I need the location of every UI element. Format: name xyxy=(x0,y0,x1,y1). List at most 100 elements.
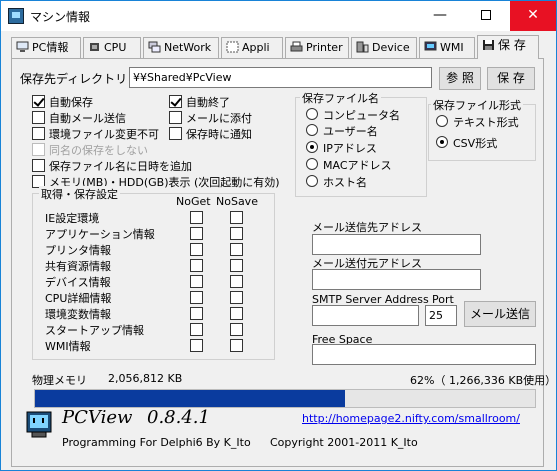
checkbox-label: 環境ファイル変更不可 xyxy=(49,128,159,141)
pcview-logo-icon xyxy=(26,411,52,438)
nosave-checkbox[interactable] xyxy=(230,323,243,336)
browse-button[interactable]: 参 照 xyxy=(439,67,481,90)
device-icon xyxy=(356,41,369,53)
title-bar[interactable]: マシン情報 — ✕ xyxy=(1,1,556,31)
nosave-checkbox[interactable] xyxy=(230,307,243,320)
nosave-checkbox[interactable] xyxy=(230,291,243,304)
printer-icon xyxy=(290,41,303,52)
close-button[interactable]: ✕ xyxy=(510,1,556,31)
radio-mac-address[interactable] xyxy=(306,158,318,170)
mail-to-input[interactable] xyxy=(312,234,481,255)
pc-icon xyxy=(16,41,29,52)
nosave-checkbox[interactable] xyxy=(230,243,243,256)
tab-network[interactable]: NetWork xyxy=(143,37,219,58)
radio-text-format[interactable] xyxy=(436,115,448,127)
send-mail-button[interactable]: メール送信 xyxy=(464,301,536,327)
auto-save-checkbox[interactable] xyxy=(32,95,45,108)
env-lock-checkbox[interactable] xyxy=(32,127,45,140)
group-title: 取得・保存設定 xyxy=(39,186,120,202)
nosave-checkbox[interactable] xyxy=(230,227,243,240)
save-notify-checkbox[interactable] xyxy=(169,127,182,140)
port-input[interactable]: 25 xyxy=(425,305,457,326)
radio-label: IPアドレス xyxy=(323,142,377,155)
tab-label: NetWork xyxy=(164,41,212,54)
tab-label: PC情報 xyxy=(32,41,69,54)
nosave-column-header: NoSave xyxy=(216,195,258,208)
save-button[interactable]: 保 存 xyxy=(487,67,535,90)
mail-from-input[interactable] xyxy=(312,269,481,290)
radio-user-name[interactable] xyxy=(306,124,318,136)
homepage-link[interactable]: http://homepage2.nifty.com/smallroom/ xyxy=(302,412,520,425)
noget-checkbox[interactable] xyxy=(190,339,203,352)
nosave-checkbox[interactable] xyxy=(230,259,243,272)
acquire-item-label: WMI情報 xyxy=(45,340,91,353)
tab-label: Appli xyxy=(242,41,270,54)
tab-pc-info[interactable]: PC情報 xyxy=(11,37,81,58)
auto-mail-checkbox[interactable] xyxy=(32,111,45,124)
radio-ip-address[interactable] xyxy=(306,141,318,153)
nosave-checkbox[interactable] xyxy=(230,211,243,224)
memory-usage-text: 62%（ 1,266,336 KB使用） xyxy=(410,374,557,387)
add-datetime-checkbox[interactable] xyxy=(32,159,45,172)
cpu-icon xyxy=(90,43,99,51)
floppy-disk-icon xyxy=(483,40,494,50)
radio-label: テキスト形式 xyxy=(453,116,519,129)
folder-path-input[interactable]: ¥¥Shared¥PcView xyxy=(129,67,432,88)
file-format-group: 保存ファイル形式 テキスト形式 CSV形式 xyxy=(428,97,536,161)
memory-label: 物理メモリ xyxy=(32,374,87,387)
radio-computer-name[interactable] xyxy=(306,108,318,120)
radio-label: ホスト名 xyxy=(323,176,367,189)
no-same-name-checkbox[interactable] xyxy=(32,143,45,156)
tab-printer[interactable]: Printer xyxy=(285,37,349,58)
save-settings-panel: 保存先ディレクトリ ¥¥Shared¥PcView 参 照 保 存 自動保存 自… xyxy=(11,58,556,467)
tab-label: Printer xyxy=(306,41,343,54)
noget-checkbox[interactable] xyxy=(190,291,203,304)
memory-usage-fill xyxy=(35,390,345,407)
auto-exit-checkbox[interactable] xyxy=(169,95,182,108)
radio-csv-format[interactable] xyxy=(436,136,448,148)
noget-checkbox[interactable] xyxy=(190,307,203,320)
noget-checkbox[interactable] xyxy=(190,243,203,256)
radio-label: MACアドレス xyxy=(323,159,392,172)
filename-group: 保存ファイル名 コンピュータ名 ユーザー名 IPアドレス MACアドレス ホスト… xyxy=(295,90,427,197)
nosave-checkbox[interactable] xyxy=(230,275,243,288)
folder-label: 保存先ディレクトリ xyxy=(20,72,128,86)
nosave-checkbox[interactable] xyxy=(230,339,243,352)
app-monitor-icon xyxy=(8,8,24,24)
free-space-input[interactable] xyxy=(312,344,536,365)
radio-host-name[interactable] xyxy=(306,175,318,187)
window-title: マシン情報 xyxy=(30,10,91,24)
acquire-item-label: 環境変数情報 xyxy=(45,308,111,321)
mail-attach-checkbox[interactable] xyxy=(169,111,182,124)
group-title: 保存ファイル名 xyxy=(300,90,381,106)
group-title: 保存ファイル形式 xyxy=(431,97,523,113)
acquire-item-label: プリンタ情報 xyxy=(45,244,111,257)
minimize-button[interactable]: — xyxy=(417,1,463,31)
checkbox-label: 保存ファイル名に日時を追加 xyxy=(49,160,192,173)
smtp-server-input[interactable] xyxy=(312,305,419,326)
tab-label: 保 存 xyxy=(498,38,526,52)
acquire-settings-group: 取得・保存設定 NoGet NoSave IE設定環境 アプリケーション情報 プリン… xyxy=(32,186,275,360)
tab-cpu[interactable]: CPU xyxy=(83,37,141,58)
network-icon xyxy=(148,41,161,53)
noget-checkbox[interactable] xyxy=(190,323,203,336)
tab-wmi[interactable]: WMI xyxy=(419,37,475,58)
noget-checkbox[interactable] xyxy=(190,275,203,288)
checkbox-label: メールに添付 xyxy=(186,112,252,125)
tab-save[interactable]: 保 存 xyxy=(477,35,539,59)
main-window: マシン情報 — ✕ PC情報 CPU NetWork Appli Printer… xyxy=(0,0,557,471)
checkbox-label: 同名の保存をしない xyxy=(49,144,148,157)
noget-column-header: NoGet xyxy=(176,195,211,208)
wmi-icon xyxy=(424,41,437,51)
noget-checkbox[interactable] xyxy=(190,227,203,240)
noget-checkbox[interactable] xyxy=(190,259,203,272)
app-version: 0.8.4.1 xyxy=(147,407,210,428)
tab-device[interactable]: Device xyxy=(351,37,417,58)
noget-checkbox[interactable] xyxy=(190,211,203,224)
maximize-icon xyxy=(481,10,491,20)
tab-label: CPU xyxy=(104,41,127,54)
tab-appli[interactable]: Appli xyxy=(221,37,283,58)
radio-label: ユーザー名 xyxy=(323,125,378,138)
radio-label: CSV形式 xyxy=(453,137,498,150)
maximize-button[interactable] xyxy=(463,1,509,31)
